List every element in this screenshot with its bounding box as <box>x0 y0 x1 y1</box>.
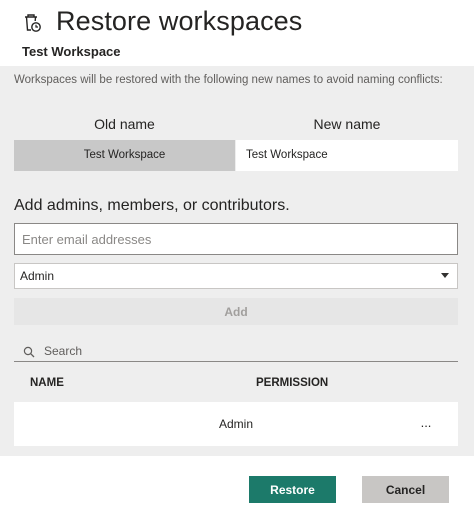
permission-value: Admin <box>219 417 254 431</box>
column-header-permission: PERMISSION <box>256 377 329 389</box>
workspace-subtitle: Test Workspace <box>22 44 121 59</box>
more-options-button[interactable]: ... <box>416 413 436 433</box>
old-name-header: Old name <box>94 116 155 132</box>
new-name-header: New name <box>313 116 381 132</box>
access-section-title: Add admins, members, or contributors. <box>14 197 290 214</box>
search-placeholder: Search <box>44 344 83 358</box>
chevron-down-icon <box>441 273 449 278</box>
table-row: Admin ... <box>14 402 458 446</box>
rename-notice: Workspaces will be restored with the fol… <box>14 74 443 86</box>
role-dropdown[interactable]: Admin <box>14 263 458 289</box>
email-input[interactable] <box>14 223 458 255</box>
search-box[interactable]: Search <box>14 342 458 362</box>
new-name-input[interactable] <box>236 140 458 171</box>
cancel-button[interactable]: Cancel <box>362 476 449 503</box>
old-name-cell: Test Workspace <box>14 140 235 171</box>
role-selected-value: Admin <box>20 269 55 283</box>
restore-panel: Workspaces will be restored with the fol… <box>0 66 474 456</box>
dialog-title: Restore workspaces <box>56 6 303 36</box>
column-header-name: NAME <box>30 377 64 389</box>
add-button[interactable]: Add <box>14 298 458 325</box>
restore-trash-icon <box>22 12 42 34</box>
search-icon <box>23 345 35 358</box>
dialog-header: Restore workspaces Test Workspace <box>0 0 474 66</box>
restore-button[interactable]: Restore <box>249 476 336 503</box>
